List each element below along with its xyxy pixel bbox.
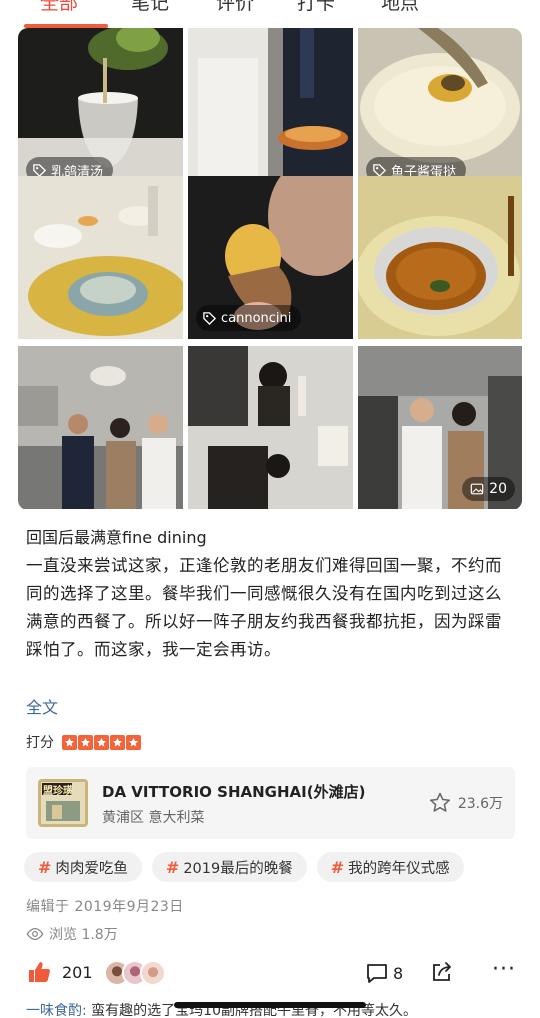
liker-avatars[interactable] (104, 960, 168, 986)
post-body: 一直没来尝试这家，正逢伦敦的老朋友们难得回国一聚，不约而同的选择了这里。餐毕我们… (26, 556, 502, 659)
fulltext-link[interactable]: 全文 (26, 694, 58, 718)
tab-checkin[interactable]: 打卡 (297, 0, 335, 15)
restaurant-logo-text: 盟珍璜 (43, 786, 73, 797)
rating-row: 打分 (26, 732, 141, 752)
view-count: 浏览 1.8万 (26, 924, 118, 944)
thumbs-up-icon (29, 962, 50, 982)
top-tab-bar: 全部 笔记 评价 打卡 地点 (0, 0, 540, 28)
restaurant-card[interactable]: 盟珍璜 DA VITTORIO SHANGHAI(外滩店) 黄浦区 意大利菜 2… (26, 767, 515, 839)
star-icon (94, 734, 109, 750)
photo-count: 20 (489, 481, 507, 497)
restaurant-name: DA VITTORIO SHANGHAI(外滩店) (102, 783, 366, 801)
tab-all[interactable]: 全部 (40, 0, 78, 15)
star-icon (62, 734, 77, 750)
restaurant-thumbnail: 盟珍璜 (38, 779, 88, 827)
photo-table-setting[interactable] (18, 176, 183, 339)
topic-label: 2019最后的晚餐 (183, 860, 293, 877)
photo-count-chip: 20 (462, 477, 515, 501)
post-title: 回国后最满意fine dining (26, 528, 207, 547)
tab-reviews[interactable]: 评价 (216, 0, 254, 15)
share-icon (433, 962, 451, 981)
topic-chip[interactable]: # 我的跨年仪式感 (316, 852, 464, 882)
view-count-label: 浏览 1.8万 (49, 927, 118, 943)
photo-caviar-tart[interactable]: 鱼子酱蛋挞 (358, 28, 522, 191)
home-indicator (174, 1002, 366, 1008)
photo-soup-bowl[interactable] (358, 176, 522, 339)
like-count: 201 (62, 962, 93, 982)
action-bar: 201 8 ··· (0, 955, 540, 991)
star-icon (126, 734, 141, 750)
topic-chip[interactable]: # 肉肉爱吃鱼 (24, 852, 142, 882)
share-button[interactable] (430, 960, 454, 988)
topic-chip[interactable]: #2019最后的晚餐 (151, 852, 307, 882)
more-options-button[interactable]: ··· (492, 957, 516, 982)
photo-pigeon-consomme[interactable]: 乳鸽清汤 (18, 28, 183, 191)
avatar (140, 960, 166, 986)
photo-cannoncini[interactable]: cannoncini (188, 176, 353, 339)
star-icon (78, 734, 93, 750)
photo-group-kitchen[interactable] (18, 346, 183, 509)
restaurant-category: 黄浦区 意大利菜 (102, 810, 205, 826)
photo-tag-label: cannoncini (221, 310, 292, 326)
topic-chip-list: # 肉肉爱吃鱼 #2019最后的晚餐 # 我的跨年仪式感 (24, 852, 464, 882)
hashtag-icon: # (165, 857, 180, 877)
hashtag-icon: # (330, 857, 345, 877)
comment-button[interactable]: 8 (365, 961, 403, 985)
tag-icon (203, 311, 217, 325)
star-icon (110, 734, 125, 750)
star-outline-icon (429, 792, 450, 812)
photo-chef-cooking[interactable] (188, 28, 353, 191)
like-button[interactable]: 201 (26, 959, 93, 985)
restaurant-favorite[interactable]: 23.6万 (428, 791, 503, 815)
photo-tag-chip: cannoncini (196, 305, 302, 331)
edit-date: 编辑于 2019年9月23日 (26, 899, 184, 915)
rating-label: 打分 (26, 735, 54, 751)
tab-places[interactable]: 地点 (381, 0, 419, 15)
comment-icon (367, 964, 387, 983)
tab-notes[interactable]: 笔记 (131, 0, 169, 15)
photo-dining-portrait[interactable] (188, 346, 353, 509)
eye-icon (26, 927, 44, 941)
hashtag-icon: # (38, 857, 52, 877)
photo-grid: 乳鸽清汤 鱼子酱蛋挞 cannoncini 20 (18, 28, 522, 510)
topic-label: 我的跨年仪式感 (348, 860, 450, 877)
topic-label: 肉肉爱吃鱼 (55, 860, 128, 877)
comment-count: 8 (393, 963, 404, 983)
restaurant-favorite-count: 23.6万 (457, 796, 503, 812)
rating-stars (62, 734, 141, 750)
photo-chef-pair[interactable]: 20 (358, 346, 522, 509)
commenter-name[interactable]: 一味食酌: (26, 1003, 87, 1018)
image-icon (470, 483, 484, 495)
